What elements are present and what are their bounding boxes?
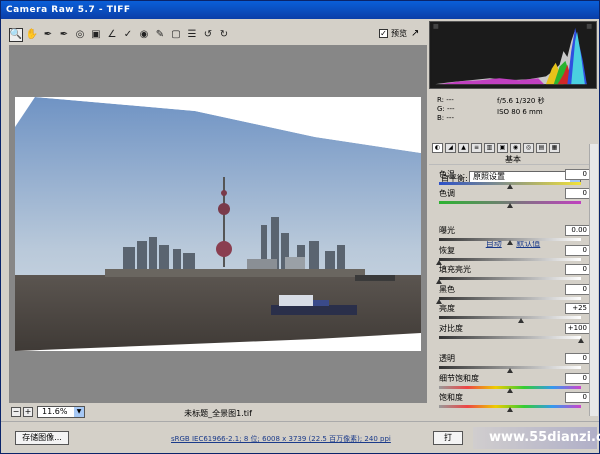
preferences-icon[interactable]: ☰ [185,28,199,42]
panel-scrollbar[interactable] [589,144,598,416]
g-readout: G: --- [437,105,455,113]
rotate-ccw-icon[interactable]: ↺ [201,28,215,42]
graduated-filter-icon[interactable]: ▢ [169,28,183,42]
fullscreen-icon[interactable]: ↗ [411,28,419,39]
tab-camera-calibration-icon[interactable]: ◎ [523,143,534,153]
slider-value-field[interactable]: 0 [565,392,590,403]
target-adjust-icon[interactable]: ◎ [73,28,87,42]
panorama-photo [15,97,421,351]
tab-hsl-icon[interactable]: ≡ [471,143,482,153]
section-title: 基本 [429,155,597,165]
save-image-button[interactable]: 存储图像... [15,431,69,445]
hand-tool-icon[interactable]: ✋ [25,28,39,42]
window-title: Camera Raw 5.7 - TIFF [1,1,599,19]
spot-removal-icon[interactable]: ✓ [121,28,135,42]
slider-value-field[interactable]: +25 [565,303,590,314]
slider-thumb[interactable] [507,368,513,373]
rotate-cw-icon[interactable]: ↻ [217,28,231,42]
slider-value-field[interactable]: 0 [565,245,590,256]
white-balance-icon[interactable]: ✒ [41,28,55,42]
exif-line-2: ISO 80 6 mm [497,108,543,116]
slider-track[interactable] [439,258,581,261]
slider-value-field[interactable]: 0 [565,284,590,295]
tab-detail-icon[interactable]: ▲ [458,143,469,153]
tab-lens-icon[interactable]: ▣ [497,143,508,153]
preview-toggle[interactable]: ✓ 预览 [379,28,407,39]
preview-label: 预览 [391,29,407,38]
slider-label: 曝光 [439,226,455,235]
slider-label: 色温 [439,170,455,179]
slider-track[interactable] [439,336,581,339]
slider-value-field[interactable]: 0 [565,353,590,364]
panel-tabs: ◐ ◢ ▲ ≡ ▥ ▣ ◉ ◎ ▤ ▦ [429,142,597,154]
color-sampler-icon[interactable]: ✒ [57,28,71,42]
histogram [429,21,597,89]
adjustment-brush-icon[interactable]: ✎ [153,28,167,42]
slider-label: 饱和度 [439,393,463,402]
slider-value-field[interactable]: 0 [565,169,590,180]
slider-value-field[interactable]: +100 [565,323,590,334]
slider-label: 透明 [439,354,455,363]
slider-label: 填充亮光 [439,265,471,274]
slider-thumb[interactable] [507,203,513,208]
toolbar: 🔍 ✋ ✒ ✒ ◎ ▣ ∠ ✓ ◉ ✎ ▢ ☰ ↺ ↻ [9,26,427,43]
r-readout: R: --- [437,96,454,104]
slider-thumb[interactable] [518,318,525,323]
slider-value-field[interactable]: 0.00 [565,225,590,236]
slider-track[interactable] [439,297,581,300]
slider-label: 对比度 [439,324,463,333]
open-image-button[interactable]: 打 [433,431,463,445]
slider-label: 恢复 [439,246,455,255]
slider-label: 亮度 [439,304,455,313]
slider-track[interactable] [439,277,581,280]
tab-split-toning-icon[interactable]: ▥ [484,143,495,153]
slider-value-field[interactable]: 0 [565,264,590,275]
status-bar: − + 11.6% ▼ 未标题_全景图1.tif [9,405,427,419]
filename-label: 未标题_全景图1.tif [184,409,252,418]
workflow-options-link[interactable]: sRGB IEC61966-2.1; 8 位; 6008 x 3739 (22.… [171,434,391,444]
slider-label: 细节饱和度 [439,374,479,383]
slider-label: 黑色 [439,285,455,294]
tab-effects-icon[interactable]: ◉ [510,143,521,153]
crop-icon[interactable]: ▣ [89,28,103,42]
tab-snapshots-icon[interactable]: ▦ [549,143,560,153]
camera-raw-window: Camera Raw 5.7 - TIFF 🔍 ✋ ✒ ✒ ◎ ▣ ∠ ✓ ◉ … [0,0,600,454]
exif-line-1: f/5.6 1/320 秒 [497,97,545,105]
red-eye-icon[interactable]: ◉ [137,28,151,42]
slider-thumb[interactable] [507,388,513,393]
tab-presets-icon[interactable]: ▤ [536,143,547,153]
watermark: www.55dianzi.com [473,427,600,449]
slider-track[interactable] [439,316,581,319]
slider-thumb[interactable] [578,338,584,343]
slider-thumb[interactable] [507,240,513,245]
b-readout: B: --- [437,114,454,122]
zoom-tool-icon[interactable]: 🔍 [9,27,23,42]
preview-checkbox[interactable]: ✓ [379,29,388,38]
tab-basic-icon[interactable]: ◐ [432,143,443,153]
slider-thumb[interactable] [507,407,513,412]
slider-label: 色调 [439,189,455,198]
slider-value-field[interactable]: 0 [565,373,590,384]
straighten-icon[interactable]: ∠ [105,28,119,42]
right-panel: R: --- G: --- B: --- f/5.6 1/320 秒 ISO 8… [429,21,597,419]
readout-area: R: --- G: --- B: --- f/5.6 1/320 秒 ISO 8… [429,91,597,141]
slider-thumb[interactable] [507,184,513,189]
slider-value-field[interactable]: 0 [565,188,590,199]
tab-tone-curve-icon[interactable]: ◢ [445,143,456,153]
wb-value: 原照设置 [473,172,505,181]
